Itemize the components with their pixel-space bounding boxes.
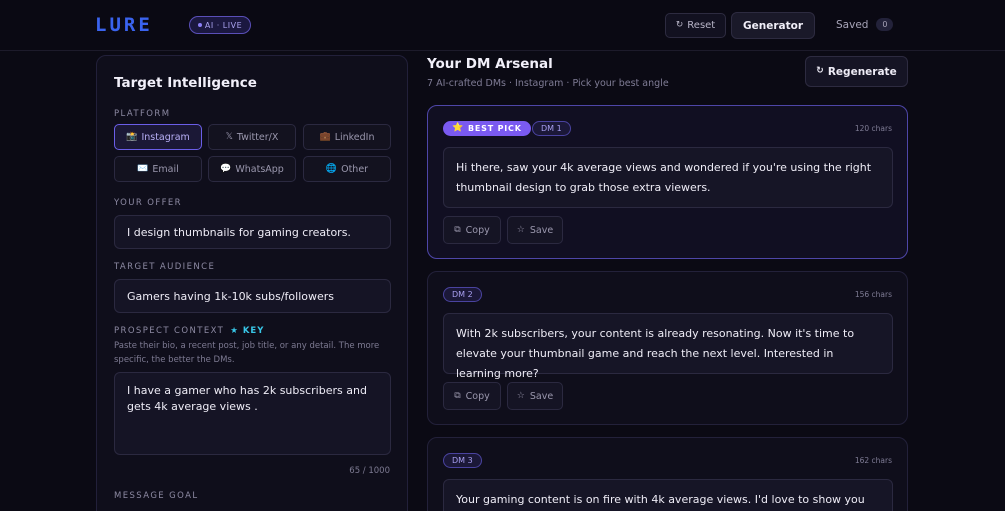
dm-message[interactable]: Hi there, saw your 4k average views and … [443, 147, 893, 208]
copy-icon: ⧉ [454, 390, 461, 401]
char-count: 162 chars [854, 456, 892, 465]
context-label-text: PROSPECT CONTEXT [114, 326, 225, 336]
regenerate-label: Regenerate [827, 65, 897, 78]
saved-tab[interactable]: Saved 0 [836, 18, 894, 31]
platform-chip-label: LinkedIn [334, 131, 375, 143]
save-button[interactable]: ☆ Save [507, 382, 563, 410]
dm-card: ⭐ BEST PICK DM 1 120 chars Hi there, saw… [427, 105, 908, 259]
platform-chip-linkedin[interactable]: 💼 LinkedIn [303, 124, 391, 150]
offer-label: YOUR OFFER [114, 198, 182, 208]
saved-label: Saved [836, 18, 869, 31]
platform-chip-email[interactable]: ✉️ Email [114, 156, 202, 182]
dm-message[interactable]: With 2k subscribers, your content is alr… [443, 313, 893, 380]
dm-tag: DM 1 [532, 121, 571, 136]
goal-label: MESSAGE GOAL [114, 491, 199, 501]
refresh-icon: ↻ [816, 66, 824, 76]
live-dot-icon [197, 23, 202, 27]
top-bar: LURE AI · LIVE ↻ Reset Generator Saved 0 [0, 0, 1005, 51]
reset-label: Reset [687, 20, 716, 31]
context-hint: Paste their bio, a recent post, job titl… [114, 341, 380, 365]
platform-label: PLATFORM [114, 109, 171, 119]
copy-button[interactable]: ⧉ Copy [443, 216, 501, 244]
globe-icon: 🌐 [325, 163, 338, 174]
save-label: Save [529, 224, 554, 236]
dm-tag: DM 3 [443, 453, 482, 468]
star-outline-icon: ☆ [516, 224, 525, 235]
context-label: PROSPECT CONTEXT ★ KEY [114, 326, 264, 336]
panel-title: Target Intelligence [114, 75, 257, 91]
copy-button[interactable]: ⧉ Copy [443, 382, 501, 410]
camera-icon: 📸 [126, 131, 138, 142]
briefcase-icon: 💼 [319, 131, 331, 142]
dm-card: DM 3 162 chars Your gaming content is on… [427, 437, 908, 511]
target-intelligence-panel: Target Intelligence PLATFORM 📸 Instagram… [96, 55, 408, 511]
char-count: 156 chars [854, 290, 892, 299]
dm-message[interactable]: Your gaming content is on fire with 4k a… [443, 479, 893, 511]
audience-input[interactable]: Gamers having 1k-10k subs/followers [114, 279, 391, 313]
platform-chip-whatsapp[interactable]: 💬 WhatsApp [208, 156, 296, 182]
platform-chip-label: Other [341, 163, 369, 175]
copy-label: Copy [465, 224, 490, 236]
best-pick-badge: ⭐ BEST PICK [443, 121, 531, 136]
platform-chip-label: Twitter/X [236, 131, 279, 143]
platform-chip-twitter[interactable]: 𝕏 Twitter/X [208, 124, 296, 150]
x-logo-icon: 𝕏 [225, 131, 233, 142]
arsenal-subtitle: 7 AI-crafted DMs · Instagram · Pick your… [427, 78, 669, 89]
copy-label: Copy [465, 390, 490, 402]
refresh-icon: ↻ [675, 20, 684, 30]
save-label: Save [529, 390, 554, 402]
save-button[interactable]: ☆ Save [507, 216, 563, 244]
envelope-icon: ✉️ [137, 163, 149, 174]
generator-tab[interactable]: Generator [731, 12, 815, 39]
char-count: 120 chars [854, 124, 892, 133]
dm-tag: DM 2 [443, 287, 482, 302]
audience-label: TARGET AUDIENCE [114, 262, 216, 272]
regenerate-button[interactable]: ↻ Regenerate [805, 56, 908, 87]
char-counter: 65 / 1000 [349, 466, 390, 476]
chat-bubble-icon: 💬 [220, 163, 232, 174]
platform-chip-other[interactable]: 🌐 Other [303, 156, 391, 182]
best-pick-label: BEST PICK [468, 124, 522, 133]
ai-live-badge: AI · LIVE [189, 16, 251, 34]
context-textarea[interactable]: I have a gamer who has 2k subscribers an… [114, 372, 391, 455]
ai-live-label: AI · LIVE [204, 20, 243, 30]
saved-count-badge: 0 [876, 18, 894, 31]
app-logo[interactable]: LURE [95, 14, 153, 36]
platform-chip-label: Email [152, 163, 179, 175]
platform-chip-instagram[interactable]: 📸 Instagram [114, 124, 202, 150]
offer-input[interactable]: I design thumbnails for gaming creators. [114, 215, 391, 249]
star-outline-icon: ☆ [516, 390, 525, 401]
platform-chip-label: Instagram [141, 131, 190, 143]
platform-chip-label: WhatsApp [235, 163, 284, 175]
dm-card: DM 2 156 chars With 2k subscribers, your… [427, 271, 908, 425]
reset-button[interactable]: ↻ Reset [665, 13, 726, 38]
key-tag: ★ KEY [230, 326, 265, 336]
arsenal-title: Your DM Arsenal [427, 56, 553, 72]
copy-icon: ⧉ [454, 224, 461, 235]
star-icon: ⭐ [452, 123, 465, 133]
